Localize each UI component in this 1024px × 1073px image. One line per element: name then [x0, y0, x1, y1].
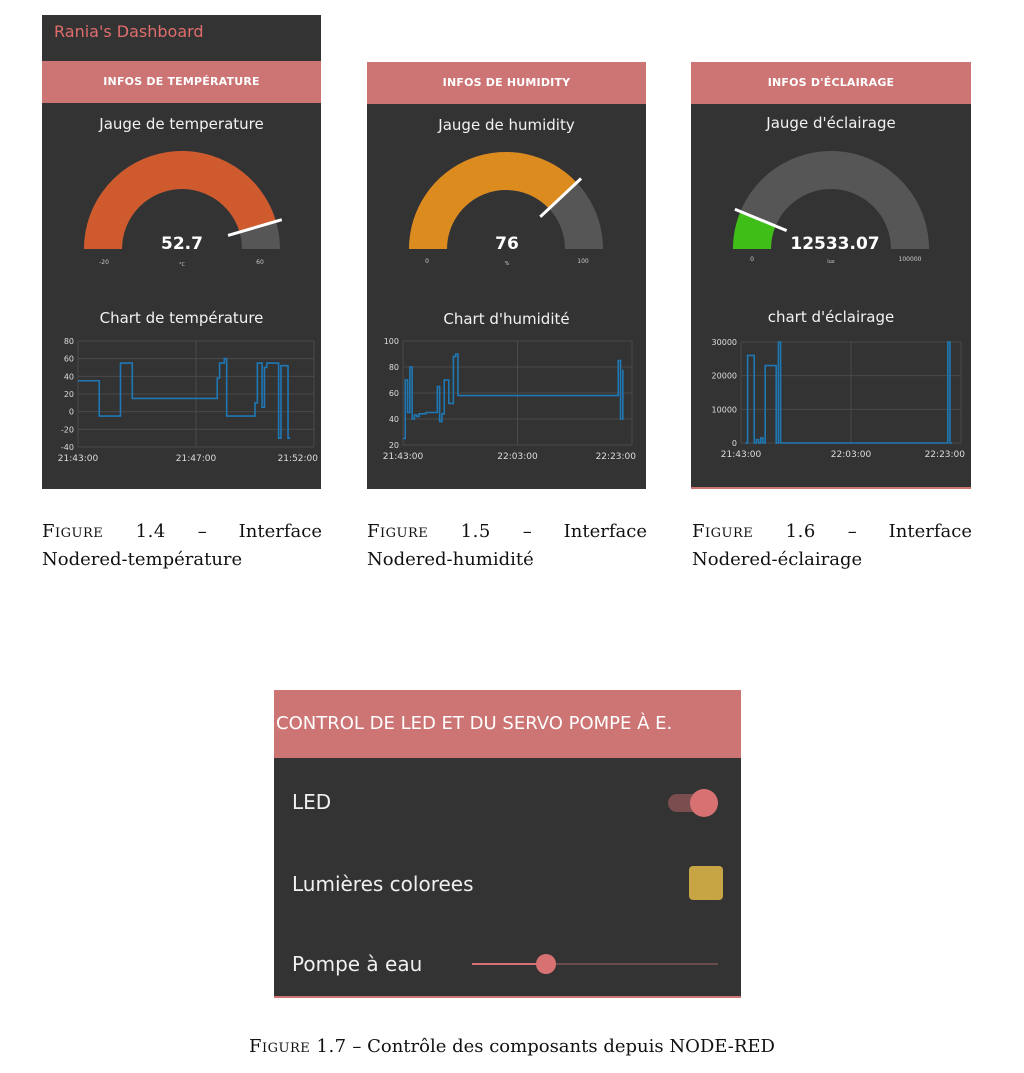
control-panel: CONTROL DE LED ET DU SERVO POMPE À E. LE…: [274, 690, 741, 998]
figure-text: – Contrôle des composants depuis NODE-RE…: [352, 1036, 775, 1057]
figure-label: Figure 1.4: [42, 521, 166, 542]
y-tick-label: 80: [389, 363, 399, 372]
panel-bottom-accent: [274, 996, 741, 998]
light-chart: 30000 20000 10000 0 21:43:00 22:03:00 22:23:00: [712, 338, 966, 460]
figure-label: Figure 1.5: [367, 521, 491, 542]
x-tick-label: 21:43:00: [721, 450, 762, 460]
y-tick-label: -40: [61, 443, 74, 452]
colored-lights-label: Lumières colorees: [292, 872, 474, 896]
y-tick-label: 60: [389, 389, 399, 398]
slider-track: [545, 963, 718, 965]
figure-caption-1-7: Figure 1.7 – Contrôle des composants dep…: [0, 1033, 1024, 1061]
y-tick-label: 40: [64, 372, 74, 381]
x-tick-label: 22:23:00: [596, 452, 637, 462]
slider-fill: [472, 963, 546, 965]
y-tick-label: 0: [732, 439, 737, 448]
x-tick-label: 22:23:00: [925, 450, 966, 460]
chart-series-line: [745, 341, 953, 444]
panel-bottom-accent: [691, 487, 971, 489]
y-tick-label: 10000: [712, 405, 737, 414]
y-tick-label: 20: [64, 390, 74, 399]
x-tick-label: 21:43:00: [383, 452, 424, 462]
y-tick-label: 60: [64, 355, 74, 364]
led-toggle[interactable]: [666, 786, 722, 820]
y-tick-label: -20: [61, 425, 74, 434]
chart-series-line: [78, 357, 291, 439]
light-panel: INFOS D'ÉCLAIRAGE Jauge d'éclairage 1253…: [691, 62, 971, 489]
water-pump-slider[interactable]: [472, 950, 718, 978]
figure-caption-1-5: Figure 1.5 – Interface Nodered-humidité: [367, 518, 647, 574]
y-tick-label: 80: [64, 337, 74, 346]
humidity-panel: INFOS DE HUMIDITY Jauge de humidity 76 0…: [367, 62, 646, 489]
figure-label: Figure 1.7: [249, 1036, 347, 1057]
y-tick-label: 0: [69, 408, 74, 417]
x-tick-label: 22:03:00: [831, 450, 872, 460]
control-group-header: CONTROL DE LED ET DU SERVO POMPE À E.: [274, 690, 741, 758]
y-tick-label: 100: [384, 337, 399, 346]
x-tick-label: 21:52:00: [278, 454, 319, 464]
x-tick-label: 21:43:00: [58, 454, 99, 464]
temperature-chart: 80 60 40 20 0 -20 -40 21:43:00 21:47:00 21:52:00: [58, 337, 319, 464]
slider-thumb[interactable]: [535, 954, 556, 974]
humidity-chart: 100 80 60 40 20 21:43:00 22:03:00 22:23:00: [383, 337, 637, 462]
temperature-panel: Rania's Dashboard INFOS DE TEMPÉRATURE J…: [42, 15, 321, 489]
water-pump-label: Pompe à eau: [292, 952, 423, 976]
figure-caption-1-4: Figure 1.4 – Interface Nodered-températu…: [42, 518, 322, 574]
led-label: LED: [292, 790, 332, 814]
y-tick-label: 30000: [712, 338, 737, 347]
y-tick-label: 20000: [712, 372, 737, 381]
figure-label: Figure 1.6: [692, 521, 816, 542]
toggle-knob: [690, 789, 718, 817]
x-tick-label: 21:47:00: [176, 454, 217, 464]
colored-lights-color-picker[interactable]: [689, 866, 723, 900]
figure-caption-1-6: Figure 1.6 – Interface Nodered-éclairage: [692, 518, 972, 574]
x-tick-label: 22:03:00: [497, 452, 538, 462]
y-tick-label: 20: [389, 441, 399, 450]
y-tick-label: 40: [389, 415, 399, 424]
